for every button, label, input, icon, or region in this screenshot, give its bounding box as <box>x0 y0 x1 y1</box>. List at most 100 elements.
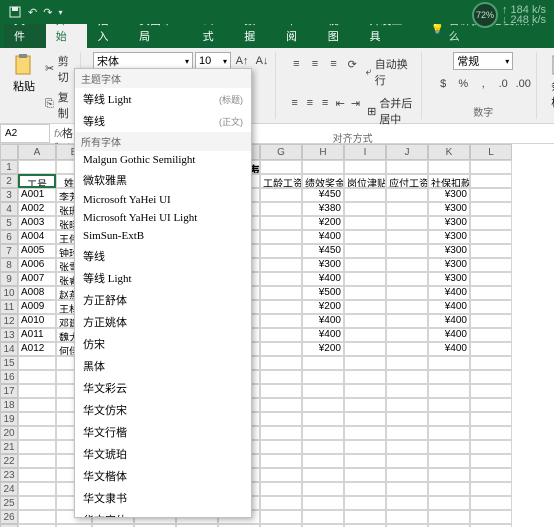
row-header-24[interactable]: 24 <box>0 482 18 496</box>
cell[interactable] <box>260 482 302 496</box>
cond-format-button[interactable]: 条件格式 <box>549 52 554 128</box>
cell[interactable] <box>470 412 512 426</box>
font-option[interactable]: 方正舒体 <box>75 289 251 311</box>
cell[interactable] <box>386 496 428 510</box>
font-option[interactable]: SimSun-ExtB <box>75 227 251 245</box>
cell[interactable] <box>344 286 386 300</box>
indent-dec-button[interactable]: ⇤ <box>334 94 347 112</box>
cell[interactable] <box>260 216 302 230</box>
cell[interactable]: ¥200 <box>302 216 344 230</box>
font-option[interactable]: 等线 Light <box>75 267 251 289</box>
row-header-11[interactable]: 11 <box>0 300 18 314</box>
cell[interactable] <box>260 384 302 398</box>
cell[interactable] <box>344 342 386 356</box>
cell[interactable] <box>302 412 344 426</box>
cell[interactable]: ¥450 <box>302 244 344 258</box>
cell[interactable] <box>344 258 386 272</box>
cell[interactable] <box>18 398 56 412</box>
font-option[interactable]: 华文琥珀 <box>75 443 251 465</box>
cell[interactable] <box>260 468 302 482</box>
cell[interactable] <box>344 468 386 482</box>
cell[interactable]: A002 <box>18 202 56 216</box>
cell[interactable] <box>428 356 470 370</box>
cell[interactable]: A008 <box>18 286 56 300</box>
align-left-button[interactable]: ≡ <box>288 94 301 112</box>
cell[interactable] <box>260 342 302 356</box>
cell[interactable] <box>428 454 470 468</box>
cell[interactable] <box>260 202 302 216</box>
font-option[interactable]: 华文彩云 <box>75 377 251 399</box>
cell[interactable]: ¥450 <box>302 188 344 202</box>
cell[interactable] <box>344 230 386 244</box>
font-option[interactable]: 华文行楷 <box>75 421 251 443</box>
cell[interactable] <box>344 188 386 202</box>
cell[interactable]: A009 <box>18 300 56 314</box>
cell[interactable]: 绩效奖金 <box>302 174 344 188</box>
font-option[interactable]: 仿宋 <box>75 333 251 355</box>
cell[interactable] <box>470 482 512 496</box>
cell[interactable]: ¥400 <box>428 300 470 314</box>
cell[interactable] <box>18 468 56 482</box>
cell[interactable] <box>386 510 428 524</box>
row-header-18[interactable]: 18 <box>0 398 18 412</box>
cell[interactable] <box>344 202 386 216</box>
cell[interactable] <box>344 328 386 342</box>
cell[interactable]: A007 <box>18 272 56 286</box>
row-header-1[interactable]: 1 <box>0 160 18 174</box>
cell[interactable]: ¥400 <box>302 272 344 286</box>
cell[interactable] <box>260 314 302 328</box>
cell[interactable] <box>470 370 512 384</box>
cell[interactable] <box>18 510 56 524</box>
font-option[interactable]: 黑体 <box>75 355 251 377</box>
dec-decimal-button[interactable]: .00 <box>514 75 532 93</box>
cell[interactable] <box>260 300 302 314</box>
cell[interactable] <box>470 510 512 524</box>
cell[interactable] <box>344 510 386 524</box>
cell[interactable]: 岗位津贴 <box>344 174 386 188</box>
cell[interactable]: A011 <box>18 328 56 342</box>
cell[interactable] <box>470 160 512 174</box>
cell[interactable] <box>344 244 386 258</box>
cell[interactable] <box>344 160 386 174</box>
cell[interactable] <box>260 496 302 510</box>
cell[interactable] <box>260 370 302 384</box>
cell[interactable] <box>386 258 428 272</box>
cell[interactable]: A006 <box>18 258 56 272</box>
cell[interactable] <box>386 468 428 482</box>
cell[interactable]: ¥200 <box>302 342 344 356</box>
row-header-7[interactable]: 7 <box>0 244 18 258</box>
cell[interactable] <box>386 314 428 328</box>
row-header-4[interactable]: 4 <box>0 202 18 216</box>
font-option[interactable]: 等线 Light(标题) <box>75 88 251 110</box>
cell[interactable] <box>302 356 344 370</box>
cell[interactable]: A004 <box>18 230 56 244</box>
cell[interactable] <box>470 454 512 468</box>
cell[interactable] <box>386 398 428 412</box>
inc-decimal-button[interactable]: .0 <box>494 75 512 93</box>
cell[interactable] <box>428 482 470 496</box>
cell[interactable] <box>344 412 386 426</box>
cell[interactable]: ¥300 <box>428 188 470 202</box>
cell[interactable] <box>386 202 428 216</box>
font-option[interactable]: 微软雅黑 <box>75 169 251 191</box>
cell[interactable] <box>428 384 470 398</box>
cell[interactable]: 应付工资 <box>386 174 428 188</box>
cell[interactable] <box>260 328 302 342</box>
cell[interactable] <box>18 454 56 468</box>
cell[interactable]: ¥400 <box>428 314 470 328</box>
font-option[interactable]: Microsoft YaHei UI <box>75 191 251 209</box>
cell[interactable] <box>470 342 512 356</box>
cell[interactable] <box>344 398 386 412</box>
currency-button[interactable]: $ <box>434 75 452 93</box>
select-all-corner[interactable] <box>0 144 18 160</box>
cell[interactable] <box>428 160 470 174</box>
cell[interactable] <box>344 272 386 286</box>
cell[interactable] <box>470 272 512 286</box>
orientation-button[interactable]: ⟳ <box>344 55 361 73</box>
cell[interactable] <box>18 384 56 398</box>
cell[interactable] <box>428 510 470 524</box>
percent-button[interactable]: % <box>454 75 472 93</box>
row-header-21[interactable]: 21 <box>0 440 18 454</box>
cell[interactable] <box>302 468 344 482</box>
cell[interactable] <box>428 412 470 426</box>
